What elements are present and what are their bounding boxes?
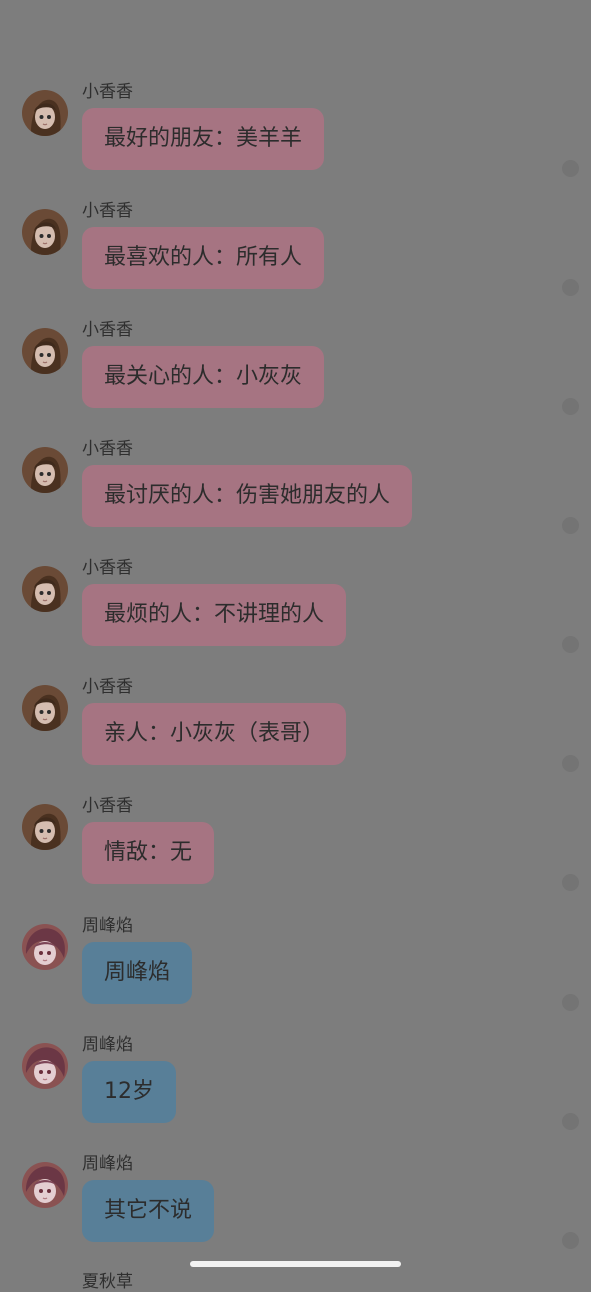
message-row: 小香香 最好的朋友：美羊羊 [0, 80, 591, 190]
sender-name-partial: 夏秋草 [82, 1272, 133, 1292]
message-bubble[interactable]: 最讨厌的人：伤害她朋友的人 [82, 465, 413, 527]
message-row: 周峰焰 其它不说 [0, 1152, 591, 1262]
message-row: 小香香 亲人：小灰灰（表哥） [0, 675, 591, 785]
sender-name: 小香香 [82, 558, 133, 578]
selection-indicator[interactable] [562, 755, 579, 772]
message-row: 周峰焰 周峰焰 [0, 914, 591, 1024]
message-row: 小香香 最喜欢的人：所有人 [0, 199, 591, 309]
selection-indicator[interactable] [562, 874, 579, 891]
message-bubble[interactable]: 最烦的人：不讲理的人 [82, 584, 347, 646]
avatar[interactable] [22, 90, 68, 136]
message-bubble[interactable]: 其它不说 [82, 1180, 215, 1242]
selection-indicator[interactable] [562, 398, 579, 415]
avatar[interactable] [22, 924, 68, 970]
selection-indicator[interactable] [562, 1232, 579, 1249]
avatar[interactable] [22, 447, 68, 493]
sender-name: 小香香 [82, 201, 133, 221]
message-bubble[interactable]: 12岁 [82, 1061, 176, 1123]
selection-indicator[interactable] [562, 636, 579, 653]
message-row: 小香香 最烦的人：不讲理的人 [0, 556, 591, 666]
avatar[interactable] [22, 328, 68, 374]
message-bubble[interactable]: 周峰焰 [82, 942, 193, 1004]
sender-name: 小香香 [82, 677, 133, 697]
selection-indicator[interactable] [562, 279, 579, 296]
message-bubble[interactable]: 亲人：小灰灰（表哥） [82, 703, 347, 765]
avatar[interactable] [22, 1043, 68, 1089]
message-row: 小香香 最讨厌的人：伤害她朋友的人 [0, 437, 591, 547]
sender-name: 周峰焰 [82, 1035, 133, 1055]
sender-name: 小香香 [82, 439, 133, 459]
avatar[interactable] [22, 566, 68, 612]
selection-indicator[interactable] [562, 1113, 579, 1130]
avatar[interactable] [22, 804, 68, 850]
sender-name: 小香香 [82, 82, 133, 102]
home-indicator[interactable] [190, 1261, 401, 1267]
sender-name: 小香香 [82, 796, 133, 816]
message-row: 小香香 最关心的人：小灰灰 [0, 318, 591, 428]
selection-indicator[interactable] [562, 160, 579, 177]
selection-indicator[interactable] [562, 994, 579, 1011]
message-bubble[interactable]: 最喜欢的人：所有人 [82, 227, 325, 289]
message-bubble[interactable]: 最关心的人：小灰灰 [82, 346, 325, 408]
selection-indicator[interactable] [562, 517, 579, 534]
avatar[interactable] [22, 209, 68, 255]
message-bubble[interactable]: 最好的朋友：美羊羊 [82, 108, 325, 170]
sender-name: 小香香 [82, 320, 133, 340]
sender-name: 周峰焰 [82, 1154, 133, 1174]
message-row: 小香香 情敌：无 [0, 794, 591, 904]
chat-thread: 小香香 最好的朋友：美羊羊 小香香 最喜欢的人：所有人 小香香 最关心的人：小灰… [0, 0, 591, 1292]
avatar[interactable] [22, 685, 68, 731]
message-row: 周峰焰 12岁 [0, 1033, 591, 1143]
sender-name: 周峰焰 [82, 916, 133, 936]
avatar[interactable] [22, 1162, 68, 1208]
message-bubble[interactable]: 情敌：无 [82, 822, 215, 884]
